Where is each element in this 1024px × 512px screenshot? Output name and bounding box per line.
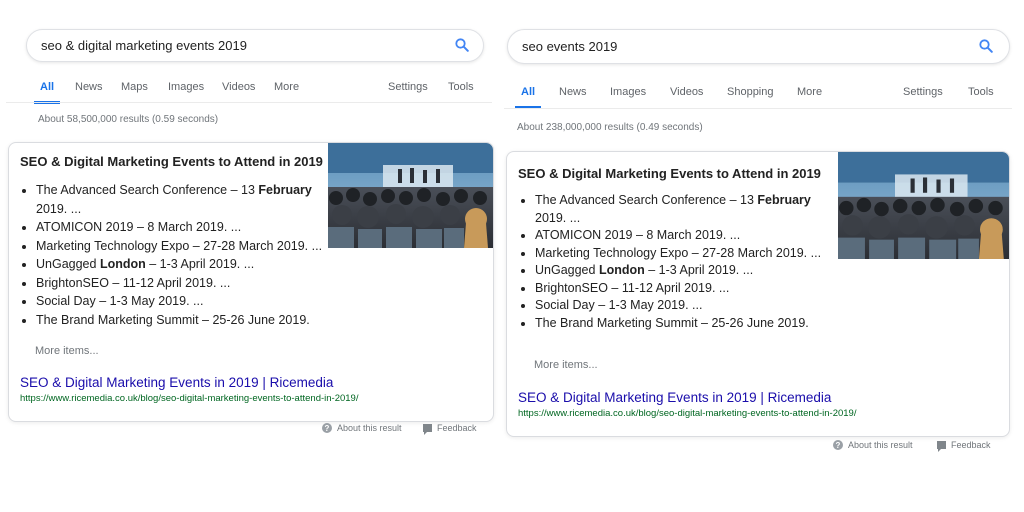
help-circle-icon: ?	[322, 423, 332, 433]
more-items-link[interactable]: More items...	[534, 359, 598, 371]
right-results-panel: seo events 2019 All News Images Videos S…	[500, 0, 1024, 512]
list-item: ATOMICON 2019 – 8 March 2019. ...	[535, 227, 840, 245]
snippet-list: The Advanced Search Conference – 13 Febr…	[520, 192, 840, 332]
snippet-title: SEO & Digital Marketing Events to Attend…	[20, 154, 323, 169]
tab-news[interactable]: News	[559, 86, 587, 98]
feedback-icon	[423, 424, 432, 435]
result-stats: About 238,000,000 results (0.49 seconds)	[517, 122, 703, 133]
result-url: https://www.ricemedia.co.uk/blog/seo-dig…	[518, 408, 857, 419]
list-item: ATOMICON 2019 – 8 March 2019. ...	[36, 218, 331, 237]
tab-shopping[interactable]: Shopping	[727, 86, 774, 98]
list-item: Social Day – 1-3 May 2019. ...	[36, 292, 331, 311]
list-item: Marketing Technology Expo – 27-28 March …	[535, 245, 840, 263]
search-query[interactable]: seo & digital marketing events 2019	[41, 30, 247, 61]
tab-images[interactable]: Images	[610, 86, 646, 98]
search-bar[interactable]: seo & digital marketing events 2019	[26, 29, 484, 62]
list-item: Social Day – 1-3 May 2019. ...	[535, 297, 840, 315]
featured-snippet-card: SEO & Digital Marketing Events to Attend…	[8, 142, 494, 422]
tab-images[interactable]: Images	[168, 81, 204, 93]
list-item: The Advanced Search Conference – 13 Febr…	[535, 192, 840, 227]
list-item: The Brand Marketing Summit – 25-26 June …	[36, 311, 331, 330]
about-label: About this result	[337, 423, 402, 433]
result-stats: About 58,500,000 results (0.59 seconds)	[38, 114, 219, 125]
conference-photo[interactable]	[328, 143, 493, 248]
list-item: UnGagged London – 1-3 April 2019. ...	[36, 255, 331, 274]
tab-news[interactable]: News	[75, 81, 103, 93]
more-items-link[interactable]: More items...	[35, 345, 99, 357]
result-title-link[interactable]: SEO & Digital Marketing Events in 2019 |…	[518, 390, 831, 405]
list-item: The Advanced Search Conference – 13 Febr…	[36, 181, 331, 218]
tab-tools[interactable]: Tools	[448, 81, 474, 93]
help-circle-icon: ?	[833, 440, 843, 450]
about-label: About this result	[848, 440, 913, 450]
featured-snippet-card: SEO & Digital Marketing Events to Attend…	[506, 151, 1010, 437]
snippet-list: The Advanced Search Conference – 13 Febr…	[21, 181, 331, 329]
tab-videos[interactable]: Videos	[222, 81, 255, 93]
conference-photo[interactable]	[838, 152, 1009, 259]
result-title-link[interactable]: SEO & Digital Marketing Events in 2019 |…	[20, 375, 333, 390]
snippet-title: SEO & Digital Marketing Events to Attend…	[518, 166, 821, 181]
tab-more[interactable]: More	[797, 86, 822, 98]
tab-videos[interactable]: Videos	[670, 86, 703, 98]
tab-all[interactable]: All	[33, 81, 61, 104]
tabs-divider	[6, 102, 492, 103]
list-item: BrightonSEO – 11-12 April 2019. ...	[535, 280, 840, 298]
search-icon[interactable]	[455, 38, 469, 52]
tab-more[interactable]: More	[274, 81, 299, 93]
result-url: https://www.ricemedia.co.uk/blog/seo-dig…	[20, 393, 359, 404]
feedback-label: Feedback	[437, 423, 477, 433]
left-results-panel: seo & digital marketing events 2019 All …	[0, 0, 500, 512]
tab-all[interactable]: All	[514, 86, 542, 109]
tabs-divider	[504, 108, 1012, 109]
feedback-link[interactable]: Feedback	[937, 440, 991, 452]
feedback-link[interactable]: Feedback	[423, 423, 477, 435]
list-item: Marketing Technology Expo – 27-28 March …	[36, 237, 331, 256]
list-item: UnGagged London – 1-3 April 2019. ...	[535, 262, 840, 280]
tab-maps[interactable]: Maps	[121, 81, 148, 93]
feedback-icon	[937, 441, 946, 452]
search-icon[interactable]	[979, 39, 993, 53]
about-this-result[interactable]: ? About this result	[322, 423, 402, 433]
search-bar[interactable]: seo events 2019	[507, 29, 1010, 64]
about-this-result[interactable]: ? About this result	[833, 440, 913, 450]
tab-settings[interactable]: Settings	[388, 81, 428, 93]
feedback-label: Feedback	[951, 440, 991, 450]
list-item: The Brand Marketing Summit – 25-26 June …	[535, 315, 840, 333]
search-query[interactable]: seo events 2019	[522, 30, 617, 63]
tab-settings[interactable]: Settings	[903, 86, 943, 98]
tab-tools[interactable]: Tools	[968, 86, 994, 98]
list-item: BrightonSEO – 11-12 April 2019. ...	[36, 274, 331, 293]
